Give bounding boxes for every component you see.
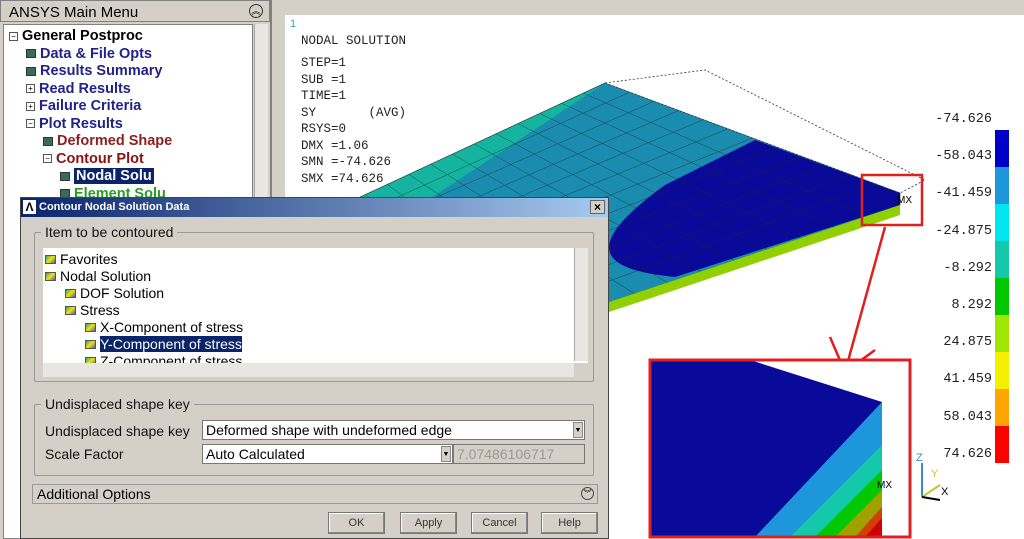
menu-item[interactable]: Deformed Shape: [43, 133, 172, 149]
legend-band: [995, 315, 1009, 352]
item-list-hscrollbar[interactable]: [43, 363, 574, 377]
menu-item[interactable]: − Plot Results: [26, 116, 123, 132]
list-item[interactable]: Nodal Solution: [45, 268, 151, 284]
svg-text:Y: Y: [931, 468, 939, 480]
legend-label: -58.043: [935, 149, 992, 165]
expand-icon[interactable]: +: [26, 101, 35, 111]
legend-label: 24.875: [943, 335, 992, 351]
legend-band: [995, 167, 1009, 204]
dropdown-arrow-icon[interactable]: ▼: [441, 446, 451, 462]
legend-band: [995, 389, 1009, 426]
collapse-icon[interactable]: ︽: [249, 4, 263, 18]
legend-band: [995, 204, 1009, 241]
apply-button[interactable]: Apply: [400, 512, 457, 534]
legend-label: 58.043: [943, 409, 992, 425]
legend-label: -24.875: [935, 223, 992, 239]
legend-label: 8.292: [951, 298, 992, 313]
ok-button[interactable]: OK: [328, 512, 385, 534]
folder-icon: [45, 254, 56, 264]
list-item[interactable]: Favorites: [45, 251, 118, 267]
legend-label: 74.626: [943, 446, 992, 462]
legend-label: -8.292: [943, 260, 992, 276]
document-icon[interactable]: [26, 66, 36, 76]
expand-icon[interactable]: ︾: [581, 487, 594, 500]
legend-band: [995, 278, 1009, 315]
cancel-button[interactable]: Cancel: [471, 512, 528, 534]
list-item[interactable]: DOF Solution: [65, 285, 164, 301]
legend-band: [995, 426, 1009, 463]
list-item[interactable]: Z-Component of stress: [85, 353, 242, 363]
expand-icon[interactable]: +: [26, 84, 35, 93]
item-icon: [85, 322, 96, 332]
legend-label: -74.626: [935, 112, 992, 127]
menu-item[interactable]: − General Postproc: [9, 28, 143, 44]
folder-icon: [65, 305, 76, 315]
legend-band: [995, 352, 1009, 389]
collapse-icon[interactable]: −: [26, 119, 35, 128]
legend-band: [995, 241, 1009, 278]
color-legend: [995, 130, 1009, 463]
item-list[interactable]: Favorites Nodal Solution DOF Solution Stres…: [43, 248, 588, 363]
menu-item[interactable]: Results Summary: [26, 63, 163, 79]
ansys-logo-icon: Λ: [23, 200, 36, 214]
collapse-icon[interactable]: −: [9, 31, 18, 41]
dialog-titlebar[interactable]: Λ Contour Nodal Solution Data ×: [21, 198, 608, 217]
arrow: [843, 226, 887, 373]
legend-label: -41.459: [935, 186, 992, 202]
scale-factor-select[interactable]: Auto Calculated ▼: [202, 444, 453, 464]
menu-item[interactable]: + Failure Criteria: [26, 98, 141, 114]
document-icon[interactable]: [43, 136, 53, 146]
zoom-inset: MX: [648, 358, 912, 539]
folder-icon: [45, 271, 56, 281]
item-icon: [85, 339, 96, 349]
scale-factor-input[interactable]: 7.07486106717: [453, 444, 585, 464]
svg-text:MX: MX: [877, 480, 892, 491]
menu-item[interactable]: + Read Results: [26, 81, 131, 97]
dropdown-arrow-icon[interactable]: ▼: [573, 422, 583, 438]
menu-item[interactable]: Data & File Opts: [26, 46, 152, 62]
list-item[interactable]: X-Component of stress: [85, 319, 243, 335]
legend-band: [995, 130, 1009, 167]
collapse-icon[interactable]: −: [43, 154, 52, 163]
folder-icon: [65, 288, 76, 298]
svg-text:X: X: [941, 486, 949, 498]
close-button[interactable]: ×: [590, 200, 605, 214]
scale-factor-label: Scale Factor: [45, 446, 124, 462]
document-icon[interactable]: [60, 171, 70, 181]
shape-key-label: Undisplaced shape key: [45, 423, 190, 439]
additional-options-bar[interactable]: Additional Options ︾: [32, 484, 598, 504]
list-item[interactable]: Stress: [65, 302, 120, 318]
menu-item[interactable]: − Contour Plot: [43, 151, 144, 167]
main-menu-title: ANSYS Main Menu ︽: [0, 0, 270, 22]
menu-item[interactable]: Nodal Solu: [60, 168, 154, 184]
help-button[interactable]: Help: [541, 512, 598, 534]
shape-key-select[interactable]: Deformed shape with undeformed edge ▼: [202, 420, 585, 440]
item-list-scrollbar[interactable]: [574, 248, 588, 361]
legend-label: 41.459: [943, 372, 992, 388]
list-item[interactable]: Y-Component of stress: [85, 336, 242, 352]
contour-nodal-solution-dialog: Λ Contour Nodal Solution Data × Item to be…: [20, 197, 609, 539]
document-icon[interactable]: [26, 49, 36, 58]
